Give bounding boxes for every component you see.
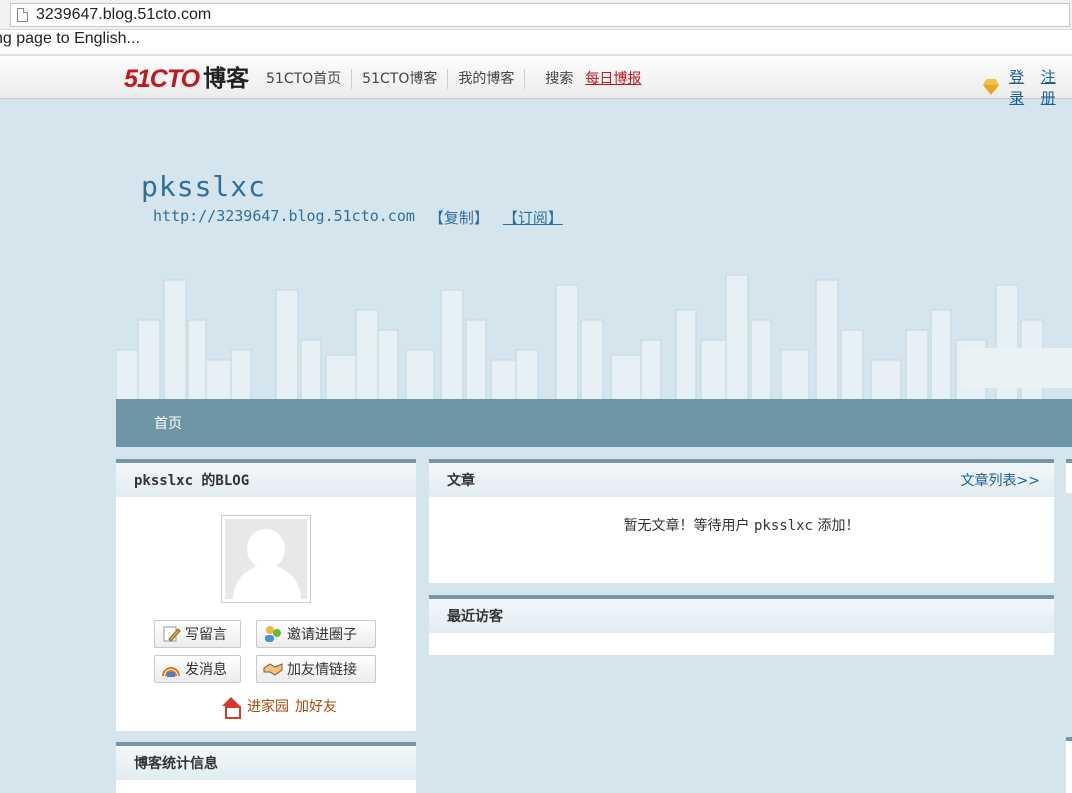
blog-title: pksslxc <box>141 170 267 203</box>
add-friend-link-label: 加友情链接 <box>287 662 357 678</box>
articles-panel-head: 文章 文章列表>> <box>429 463 1054 497</box>
articles-empty-message: 暂无文章！等待用户 pksslxc 添加！ <box>429 515 1054 535</box>
account-links: 登录 注册 <box>980 66 1072 108</box>
add-friend-link[interactable]: 加好友 <box>295 696 337 716</box>
login-link[interactable]: 登录 <box>1009 66 1032 108</box>
logo-text: 博客 <box>203 66 250 92</box>
home-links: 进家园 加好友 <box>221 696 337 719</box>
visitors-panel-head: 最近访客 <box>429 599 1054 633</box>
send-message-label: 发消息 <box>185 662 227 678</box>
profile-heading: pksslxc 的BLOG <box>134 473 250 489</box>
house-icon <box>221 697 241 719</box>
profile-panel-head: pksslxc 的BLOG <box>116 463 416 497</box>
visit-home-link[interactable]: 进家园 <box>247 696 289 716</box>
logo-number: 51CTO <box>124 65 200 93</box>
avatar[interactable] <box>221 515 311 603</box>
blog-nav-home[interactable]: 首页 <box>154 413 182 433</box>
address-bar: 3239647.blog.51cto.com <box>0 0 1072 30</box>
stats-heading: 博客统计信息 <box>134 756 218 772</box>
translate-bar: ng page to English... <box>0 30 1072 54</box>
visitors-panel: 最近访客 <box>429 595 1054 655</box>
empty-user: pksslxc <box>753 518 813 534</box>
nav-daily-report[interactable]: 每日博报 <box>583 69 641 89</box>
pencil-icon <box>163 626 181 642</box>
right-panel-edge <box>1066 459 1072 493</box>
page-icon <box>17 8 28 22</box>
articles-panel: 文章 文章列表>> 暂无文章！等待用户 pksslxc 添加！ <box>429 459 1054 583</box>
handshake-icon <box>263 663 283 676</box>
blog-nav-bar: 首页 <box>116 399 1072 447</box>
stats-panel-head: 博客统计信息 <box>116 746 416 780</box>
send-message-button[interactable]: 发消息 <box>154 655 241 683</box>
group-icon <box>265 626 281 642</box>
diamond-icon <box>980 79 997 95</box>
translate-text: ng page to English... <box>0 30 140 47</box>
stats-panel: 博客统计信息 <box>116 742 416 793</box>
articles-heading: 文章 <box>447 473 475 489</box>
city-skyline-image <box>116 274 1072 400</box>
profile-panel: pksslxc 的BLOG 写留言 邀请进圈子 发消息 加友情链接 进家园 加好… <box>116 459 416 731</box>
invite-circle-label: 邀请进圈子 <box>287 627 357 643</box>
url-field[interactable]: 3239647.blog.51cto.com <box>10 3 1070 27</box>
nav-search[interactable]: 搜索 <box>525 69 583 89</box>
site-logo[interactable]: 51CTO 博客 <box>124 65 249 93</box>
default-avatar-icon <box>225 519 307 599</box>
article-list-link[interactable]: 文章列表>> <box>961 470 1040 490</box>
invite-circle-button[interactable]: 邀请进圈子 <box>256 620 376 648</box>
nav-link-blog[interactable]: 51CTO博客 <box>352 69 449 89</box>
nav-link-home[interactable]: 51CTO首页 <box>256 69 353 89</box>
blog-url-row: http://3239647.blog.51cto.com 【复制】 【订阅】 <box>153 207 563 228</box>
write-message-label: 写留言 <box>185 627 227 643</box>
blog-url[interactable]: http://3239647.blog.51cto.com <box>153 207 415 228</box>
visitors-heading: 最近访客 <box>447 609 503 625</box>
url-text: 3239647.blog.51cto.com <box>36 6 212 23</box>
write-message-button[interactable]: 写留言 <box>154 620 241 648</box>
subscribe-link[interactable]: 【订阅】 <box>503 207 563 228</box>
nav-links: 51CTO首页 51CTO博客 我的博客 搜索 每日博报 <box>256 69 641 89</box>
signal-icon <box>162 667 180 677</box>
empty-suffix: 添加！ <box>817 518 860 534</box>
site-top-nav: 51CTO 博客 51CTO首页 51CTO博客 我的博客 搜索 每日博报 登录… <box>0 55 1072 107</box>
copy-link[interactable]: 【复制】 <box>429 207 489 228</box>
empty-prefix: 暂无文章！等待用户 <box>623 518 750 534</box>
add-friend-link-button[interactable]: 加友情链接 <box>256 655 376 683</box>
nav-link-my-blog[interactable]: 我的博客 <box>448 69 526 89</box>
right-panel-edge-lower <box>1066 737 1072 793</box>
register-link[interactable]: 注册 <box>1041 66 1064 108</box>
